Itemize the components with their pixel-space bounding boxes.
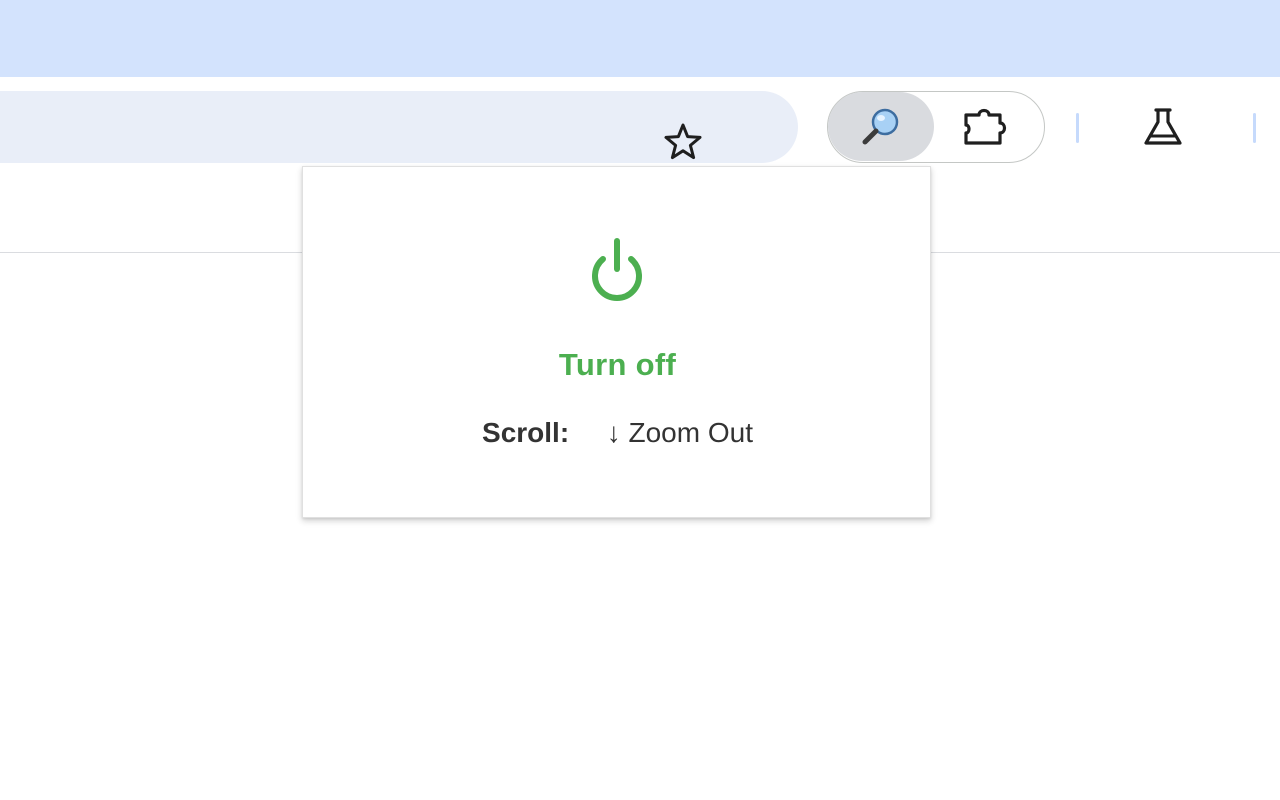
browser-title-bar bbox=[0, 0, 1280, 77]
scroll-hint-label: Scroll: bbox=[482, 417, 570, 448]
extensions-menu-button[interactable] bbox=[958, 102, 1014, 152]
zoom-extension-popup: Turn off Scroll: ↓ Zoom Out bbox=[302, 166, 931, 518]
toolbar-separator bbox=[1076, 113, 1079, 143]
address-bar[interactable] bbox=[0, 91, 798, 163]
down-arrow-icon: ↓ bbox=[606, 417, 621, 448]
power-icon bbox=[592, 238, 642, 301]
labs-button[interactable] bbox=[1134, 100, 1192, 154]
puzzle-piece-icon bbox=[964, 108, 1007, 145]
power-toggle-button[interactable] bbox=[575, 233, 659, 309]
scroll-hint: Scroll: ↓ Zoom Out bbox=[303, 417, 932, 449]
extensions-pill bbox=[827, 91, 1045, 163]
flask-icon bbox=[1144, 108, 1182, 145]
scroll-hint-action: Zoom Out bbox=[628, 417, 753, 448]
browser-toolbar bbox=[0, 77, 1280, 175]
magnifier-icon bbox=[862, 108, 899, 144]
turn-off-label[interactable]: Turn off bbox=[303, 347, 932, 383]
toolbar-separator bbox=[1253, 113, 1256, 143]
bookmark-star-icon[interactable] bbox=[656, 118, 710, 164]
zoom-extension-button[interactable] bbox=[828, 92, 934, 161]
